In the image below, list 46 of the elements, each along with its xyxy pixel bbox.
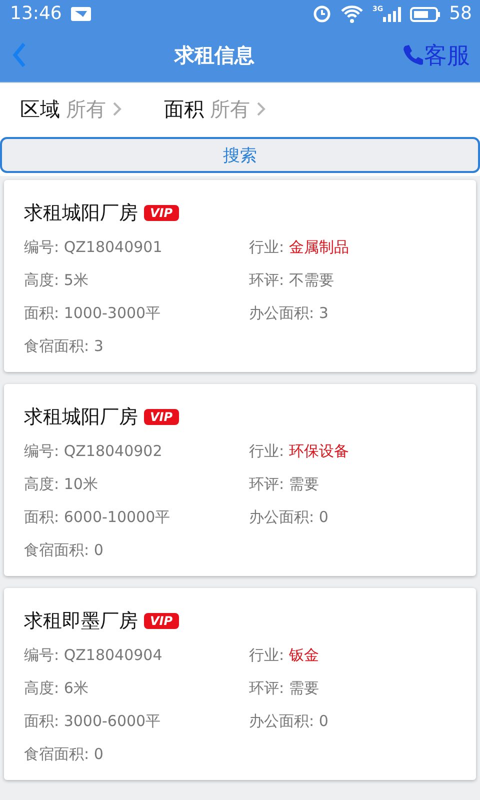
listing-detail: 环评: 需要 [249, 678, 320, 699]
listing-detail: 面积: 1000-3000平 [24, 303, 162, 324]
listing-detail: 面积: 3000-6000平 [24, 711, 162, 732]
listing-title: 求租城阳厂房 [24, 405, 138, 430]
vip-badge: VIP [144, 613, 179, 629]
listing-detail: 食宿面积: 0 [24, 744, 104, 765]
signal-icon [382, 6, 402, 22]
wifi-icon [340, 4, 364, 24]
back-button[interactable] [10, 41, 28, 69]
alarm-icon [312, 4, 332, 24]
listing-detail: 环评: 不需要 [249, 270, 335, 291]
vip-badge: VIP [144, 409, 179, 425]
listing-detail: 办公面积: 0 [249, 507, 330, 528]
listing-detail: 面积: 6000-10000平 [24, 507, 172, 528]
listing-detail: 行业: 金属制品 [249, 237, 350, 258]
chevron-right-icon [112, 101, 124, 117]
listing-detail: 办公面积: 3 [249, 303, 330, 324]
listing-detail: 编号: QZ18040901 [24, 237, 164, 258]
listing-card[interactable]: 求租城阳厂房 VIP 编号: QZ18040902 行业: 环保设备 高度: 10米 环评: 需要 面积: 6000-10000平 办公面积: 0 食宿面积: 0 [4, 384, 476, 576]
filter-dropdown[interactable]: 区域 所有 [20, 96, 124, 122]
listing-detail: 高度: 10米 [24, 474, 99, 495]
listing-detail: 编号: QZ18040902 [24, 441, 164, 462]
listing-card[interactable]: 求租城阳厂房 VIP 编号: QZ18040901 行业: 金属制品 高度: 5米 环评: 不需要 面积: 1000-3000平 办公面积: 3 食宿面积: 3 [4, 180, 476, 372]
listing-detail: 食宿面积: 3 [24, 336, 104, 357]
clock-time: 13:46 [10, 5, 62, 23]
image-icon [70, 6, 92, 22]
vip-badge: VIP [144, 205, 179, 221]
listing-detail: 高度: 5米 [24, 270, 90, 291]
listing-detail: 办公面积: 0 [249, 711, 330, 732]
listing-detail: 高度: 6米 [24, 678, 90, 699]
listing-title: 求租城阳厂房 [24, 201, 138, 226]
page-title: 求租信息 [173, 42, 256, 68]
chevron-right-icon [256, 101, 268, 117]
listing-card[interactable]: 求租即墨厂房 VIP 编号: QZ18040904 行业: 钣金 高度: 6米 环评: 需要 面积: 3000-6000平 办公面积: 0 食宿面积: 0 [4, 588, 476, 780]
listing-detail: 环评: 需要 [249, 474, 320, 495]
phone-icon [401, 44, 423, 66]
battery-icon [410, 6, 442, 22]
listing-title: 求租即墨厂房 [24, 609, 138, 634]
battery-level: 58 [449, 5, 472, 23]
search-button[interactable]: 搜索 [0, 137, 480, 173]
listing-detail: 行业: 钣金 [249, 645, 320, 666]
filter-dropdown[interactable]: 面积 所有 [164, 96, 268, 122]
listing-detail: 食宿面积: 0 [24, 540, 104, 561]
back-chevron-icon [10, 41, 28, 69]
listing-detail: 编号: QZ18040904 [24, 645, 164, 666]
listing-detail: 行业: 环保设备 [249, 441, 350, 462]
